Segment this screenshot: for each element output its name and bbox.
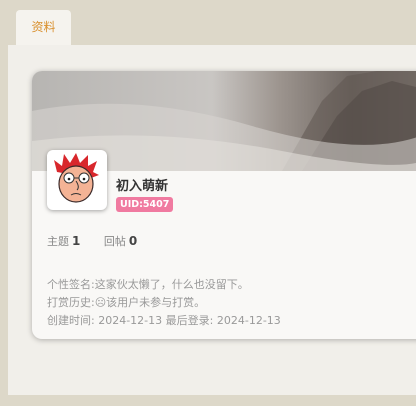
tip-history-label: 打赏历史: [47,296,95,309]
stat-replies[interactable]: 回帖 0 [104,233,137,249]
stat-topics[interactable]: 主题 1 [47,233,80,249]
stat-topics-value: 1 [72,234,81,248]
tab-bar: 资料 [8,8,416,45]
stat-replies-value: 0 [128,234,138,248]
dates-row: 创建时间: 2024-12-13 最后登录: 2024-12-13 [47,312,281,330]
tip-history-value: ☹该用户未参与打赏。 [94,296,206,309]
avatar[interactable] [47,150,107,210]
user-stats: 主题 1 回帖 0 [47,233,157,249]
signature-row: 个性签名:这家伙太懒了，什么也没留下。 [47,276,281,294]
profile-panel: 初入萌新 UID:5407 主题 1 回帖 0 个性签名:这家伙太懒了，什么也没留下… [8,45,416,395]
username: 初入萌新 [116,179,169,194]
last-login-value: 2024-12-13 [216,314,281,327]
last-login-label: 最后登录: [165,314,214,327]
signature-value: 这家伙太懒了，什么也没留下。 [94,278,249,291]
uid-badge: UID:5407 [116,197,174,212]
user-info: 个性签名:这家伙太懒了，什么也没留下。 打赏历史:☹该用户未参与打赏。 创建时间… [47,276,281,330]
created-label: 创建时间: [47,314,95,327]
tab-profile[interactable]: 资料 [16,10,71,45]
stat-replies-label: 回帖 [103,235,126,248]
avatar-cartoon-face [54,153,99,203]
created-value: 2024-12-13 [98,314,163,327]
profile-card: 初入萌新 UID:5407 主题 1 回帖 0 个性签名:这家伙太懒了，什么也没留下… [32,71,416,339]
stat-topics-label: 主题 [47,235,69,248]
tip-history-row: 打赏历史:☹该用户未参与打赏。 [47,294,281,312]
signature-label: 个性签名: [47,278,95,291]
